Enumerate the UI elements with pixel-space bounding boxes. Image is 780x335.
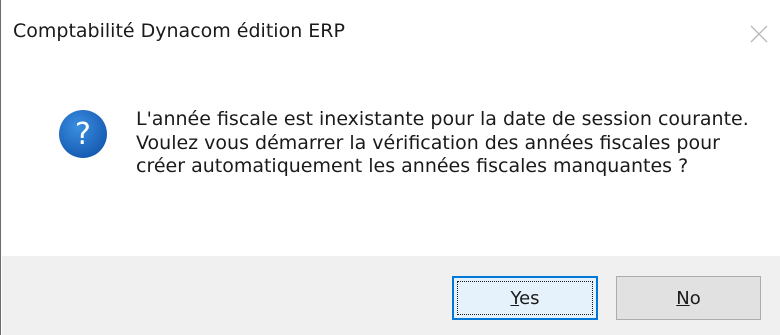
message-dialog: Comptabilité Dynacom édition ERP ? L'ann…: [0, 0, 780, 335]
question-icon: ?: [57, 108, 109, 160]
no-button-label: No: [676, 287, 701, 309]
dialog-title: Comptabilité Dynacom édition ERP: [13, 20, 345, 42]
dialog-message: L'année fiscale est inexistante pour la …: [136, 108, 749, 177]
close-icon: [750, 25, 768, 43]
close-button[interactable]: [741, 16, 777, 52]
focus-indicator: [457, 281, 593, 315]
no-button[interactable]: No: [616, 276, 761, 320]
yes-button[interactable]: Yes: [452, 276, 598, 320]
svg-text:?: ?: [75, 117, 91, 152]
